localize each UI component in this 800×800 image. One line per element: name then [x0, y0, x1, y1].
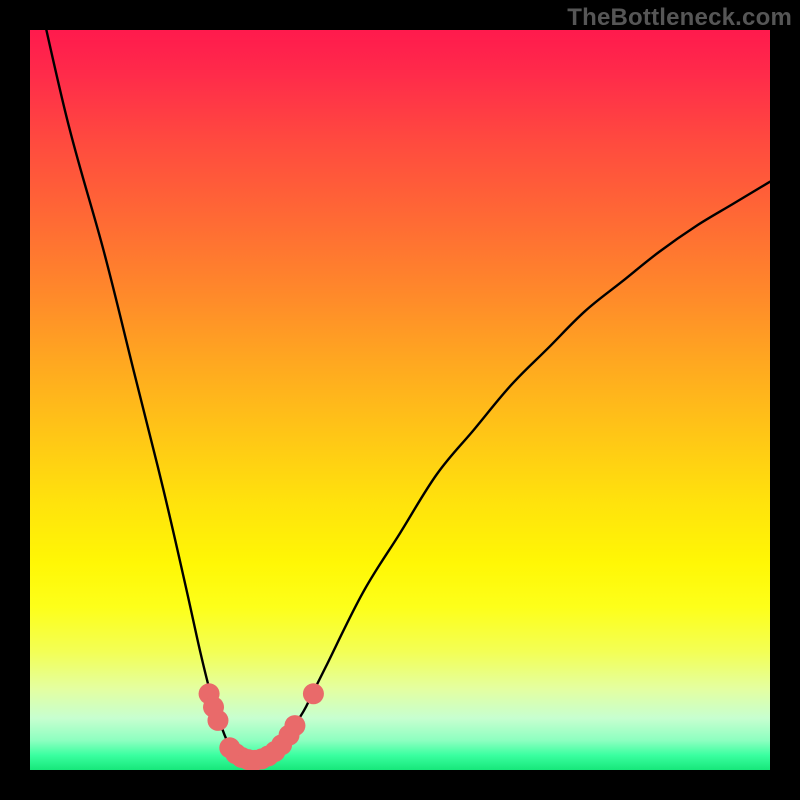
plot-area — [30, 30, 770, 770]
curve-layer — [30, 30, 770, 770]
chart-frame: TheBottleneck.com — [0, 0, 800, 800]
data-point — [207, 710, 228, 731]
bottleneck-curve — [30, 30, 770, 761]
data-markers — [199, 683, 324, 770]
data-point — [284, 715, 305, 736]
data-point — [303, 683, 324, 704]
watermark-text: TheBottleneck.com — [567, 4, 792, 32]
